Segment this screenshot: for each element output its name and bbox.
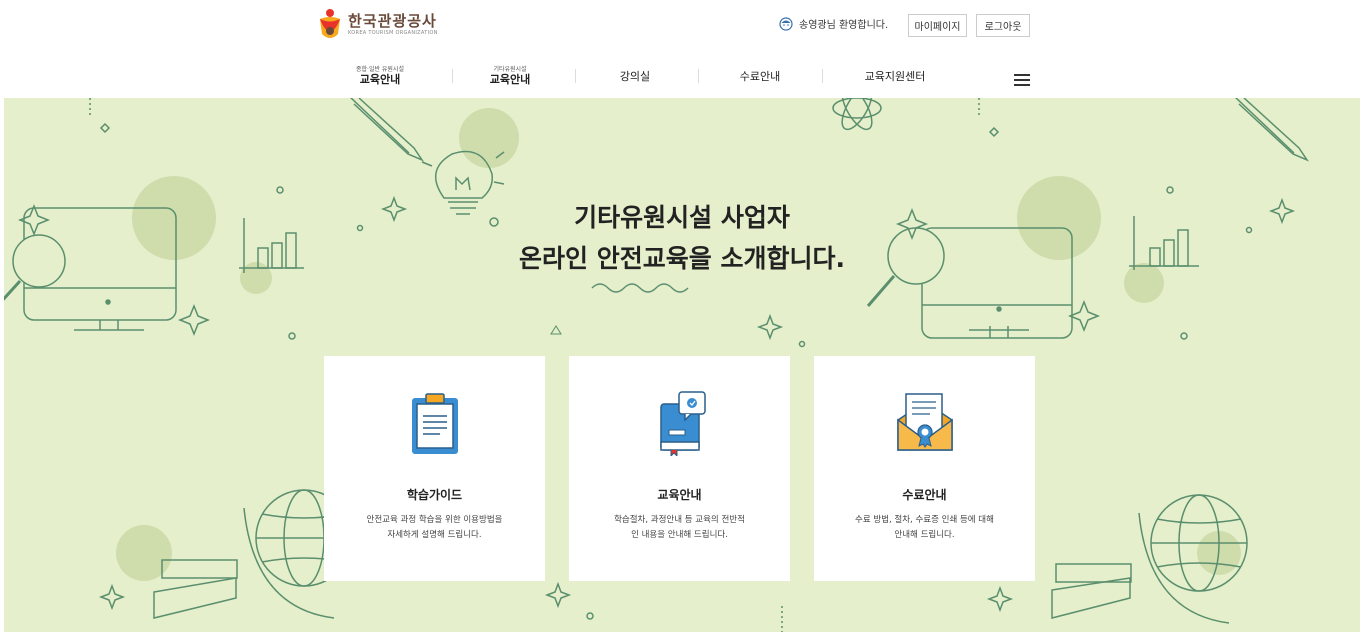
logo-subtitle: KOREA TOURISM ORGANIZATION (348, 30, 438, 36)
card-description-line: 학습절차, 과정안내 등 교육의 전반적 (614, 515, 745, 525)
ruler-decoration-right (1051, 563, 1132, 619)
book-icon (660, 391, 706, 456)
card-description: 수료 방법, 절차, 수료증 인쇄 등에 대해 안내해 드립니다. (838, 513, 1011, 543)
nav-item-label: 교육지원센터 (864, 70, 926, 83)
card-completion-info[interactable]: 수료안내 수료 방법, 절차, 수료증 인쇄 등에 대해 안내해 드립니다. (814, 356, 1035, 581)
user-avatar-icon (779, 16, 793, 31)
card-description-line: 수료 방법, 절차, 수료증 인쇄 등에 대해 (855, 515, 994, 525)
card-education-info[interactable]: 교육안내 학습절차, 과정안내 등 교육의 전반적 인 내용을 안내해 드립니다… (569, 356, 790, 581)
nav-item-label: 강의실 (619, 70, 651, 83)
hero-section: 기타유원시설 사업자 온라인 안전교육을 소개합니다. 학습가이드 안전교육 과… (4, 98, 1360, 632)
card-description: 학습절차, 과정안내 등 교육의 전반적 인 내용을 안내해 드립니다. (593, 513, 766, 543)
main-nav: 종합·일반 유원시설 교육안내 기타유원시설 교육안내 강의실 수료안내 교육지… (0, 60, 1364, 92)
clipboard-icon (412, 393, 458, 454)
card-title: 수료안내 (902, 488, 947, 502)
card-description-line: 자세하게 설명해 드립니다. (387, 530, 482, 540)
card-description-line: 안전교육 과정 학습을 위한 이용방법을 (366, 515, 503, 525)
nav-divider (575, 69, 576, 83)
nav-item-other-education[interactable]: 기타유원시설 교육안내 (470, 60, 550, 92)
pencil-decoration-right (1235, 98, 1310, 162)
nav-item-sublabel: 기타유원시설 (493, 66, 527, 73)
hero-title-line2: 온라인 안전교육을 소개합니다. (519, 244, 845, 273)
nav-divider (698, 69, 699, 83)
nav-divider (822, 69, 823, 83)
card-title: 교육안내 (657, 488, 702, 502)
card-learning-guide[interactable]: 학습가이드 안전교육 과정 학습을 위한 이용방법을 자세하게 설명해 드립니다… (324, 356, 545, 581)
atom-decoration (832, 98, 882, 131)
welcome-text: 송영광님 환영합니다. (799, 20, 889, 31)
hamburger-menu-icon[interactable] (1014, 74, 1030, 86)
logo-name: 한국관광공사 (348, 12, 437, 30)
nav-item-sublabel: 종합·일반 유원시설 (356, 66, 404, 73)
nav-item-completion[interactable]: 수료안내 (720, 60, 800, 92)
logo[interactable]: 한국관광공사 KOREA TOURISM ORGANIZATION (318, 8, 438, 42)
nav-divider (452, 69, 453, 83)
card-description-line: 인 내용을 안내해 드립니다. (631, 530, 728, 540)
card-description-line: 안내해 드립니다. (894, 530, 955, 540)
certificate-envelope-icon (897, 393, 953, 451)
hero-title-line1: 기타유원시설 사업자 (574, 203, 790, 232)
kto-logo-icon (320, 9, 340, 38)
card-description: 안전교육 과정 학습을 위한 이용방법을 자세하게 설명해 드립니다. (348, 513, 521, 543)
nav-item-classroom[interactable]: 강의실 (600, 60, 670, 92)
site-header: 한국관광공사 KOREA TOURISM ORGANIZATION 송영광님 환… (0, 0, 1364, 98)
nav-item-label: 수료안내 (739, 70, 781, 83)
mypage-button[interactable]: 마이페이지 (908, 14, 967, 37)
logout-button[interactable]: 로그아웃 (976, 14, 1030, 37)
user-greeting: 송영광님 환영합니다. (779, 16, 888, 31)
nav-item-general-education[interactable]: 종합·일반 유원시설 교육안내 (340, 60, 420, 92)
card-title: 학습가이드 (406, 488, 463, 502)
pencil-decoration-left (350, 98, 425, 162)
nav-item-support-center[interactable]: 교육지원센터 (845, 60, 945, 92)
nav-item-label: 교육안내 (359, 73, 401, 86)
nav-item-label: 교육안내 (489, 73, 531, 86)
